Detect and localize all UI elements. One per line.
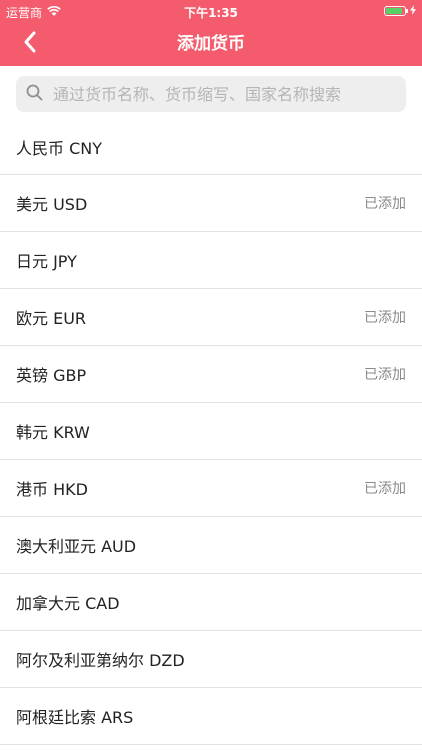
currency-row[interactable]: 欧元 EUR 已添加 <box>0 289 422 346</box>
currency-name: 英镑 GBP <box>16 366 87 385</box>
currency-name: 人民币 CNY <box>16 138 103 158</box>
search-bar[interactable] <box>16 76 406 112</box>
currency-name: 阿尔及利亚第纳尔 DZD <box>16 651 185 670</box>
search-icon <box>26 84 43 105</box>
added-status-label: 已添加 <box>364 367 406 383</box>
top-bar: 运营商 下午1:35 添加货币 <box>0 0 422 66</box>
charging-icon <box>410 4 416 18</box>
currency-row[interactable]: 韩元 KRW <box>0 403 422 460</box>
currency-row[interactable]: 人民币 CNY <box>0 119 422 175</box>
search-section <box>0 66 422 119</box>
added-status-label: 已添加 <box>364 481 406 497</box>
battery-icon <box>384 6 408 16</box>
currency-name: 加拿大元 CAD <box>16 594 120 613</box>
status-bar: 运营商 下午1:35 <box>0 0 422 22</box>
currency-row[interactable]: 英镑 GBP 已添加 <box>0 346 422 403</box>
added-status-label: 已添加 <box>364 310 406 326</box>
currency-row[interactable]: 加拿大元 CAD <box>0 574 422 631</box>
currency-name: 韩元 KRW <box>16 423 90 442</box>
currency-row[interactable]: 阿根廷比索 ARS <box>0 688 422 745</box>
battery-fill <box>386 8 402 14</box>
currency-row[interactable]: 港币 HKD 已添加 <box>0 460 422 517</box>
currency-name: 阿根廷比索 ARS <box>16 708 134 727</box>
currency-row[interactable]: 日元 JPY <box>0 232 422 289</box>
currency-row[interactable]: 阿尔及利亚第纳尔 DZD <box>0 631 422 688</box>
added-status-label: 已添加 <box>364 196 406 212</box>
currency-name: 港币 HKD <box>16 480 88 499</box>
currency-name: 欧元 EUR <box>16 309 87 328</box>
nav-bar: 添加货币 <box>0 22 422 66</box>
currency-name: 澳大利亚元 AUD <box>16 537 137 556</box>
search-input[interactable] <box>51 83 396 105</box>
page-title: 添加货币 <box>177 34 245 54</box>
currency-name: 美元 USD <box>16 195 88 214</box>
currency-row[interactable]: 美元 USD 已添加 <box>0 175 422 232</box>
currency-list: 人民币 CNY 美元 USD 已添加 日元 JPY 欧元 EUR 已添加 英镑 GBP 已添加… <box>0 119 422 745</box>
status-time: 下午1:35 <box>184 6 238 20</box>
status-right <box>384 4 416 18</box>
currency-name: 日元 JPY <box>16 252 77 271</box>
battery-cap <box>406 9 408 13</box>
currency-row[interactable]: 澳大利亚元 AUD <box>0 517 422 574</box>
